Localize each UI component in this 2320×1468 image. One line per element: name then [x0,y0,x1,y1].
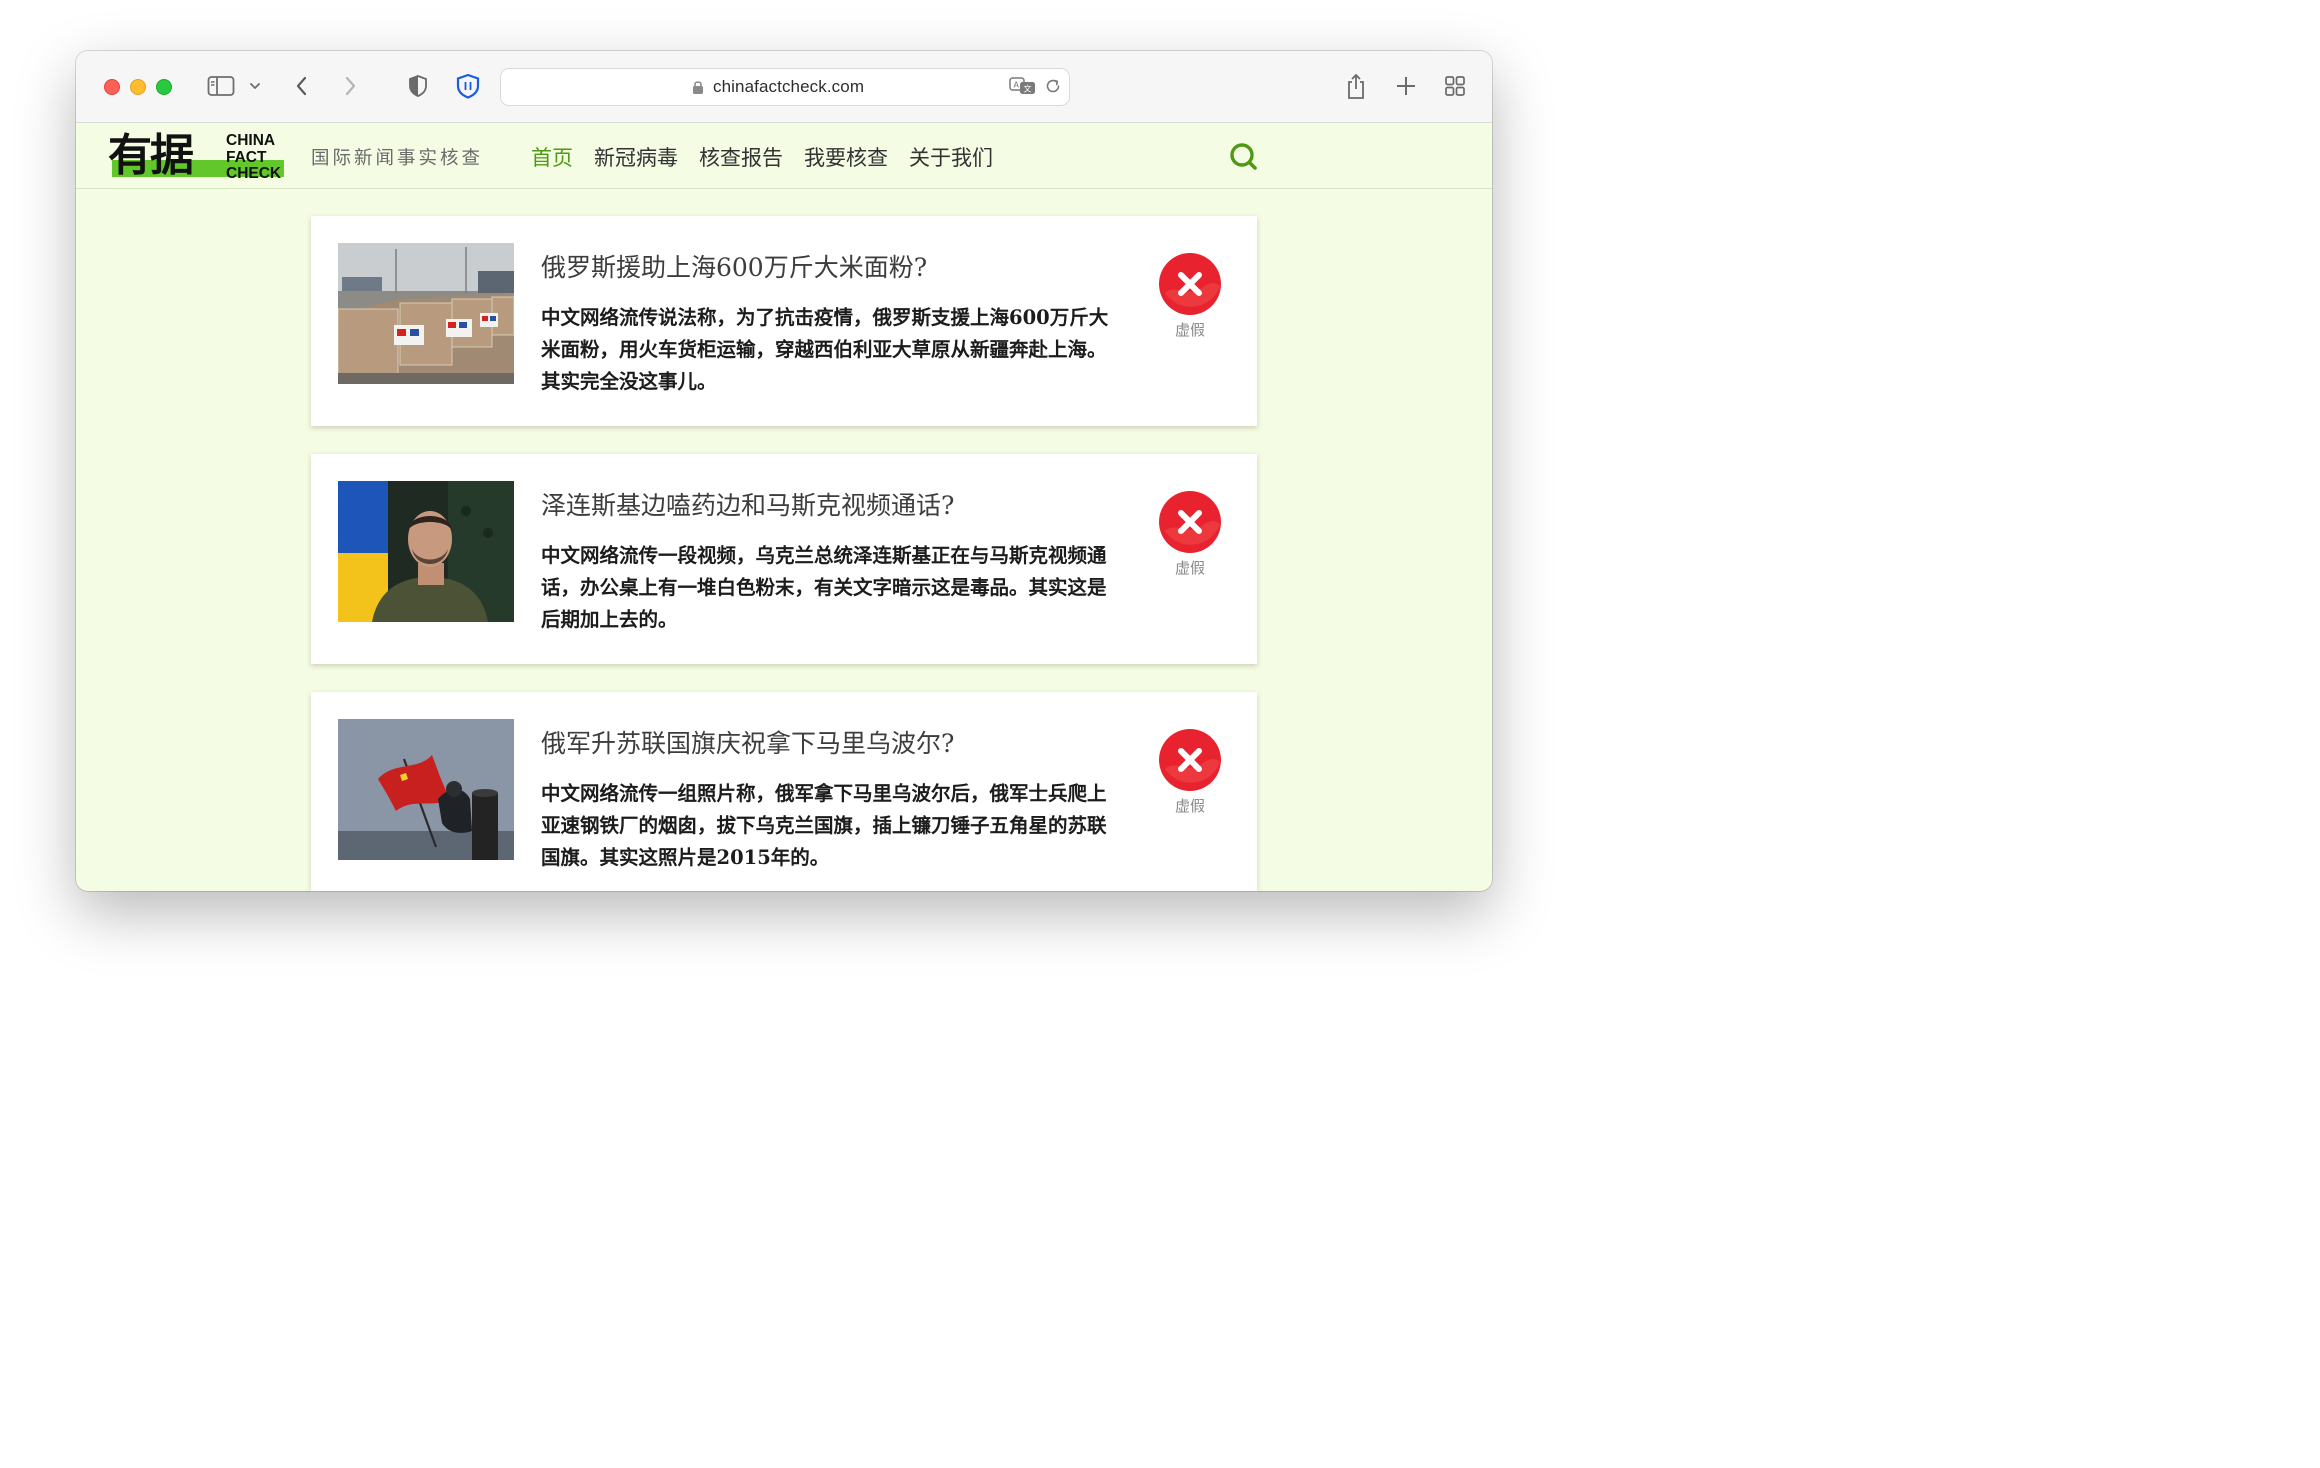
site-logo[interactable]: 有据 CHINA FACT CHECK [108,130,284,183]
article-summary: 中文网络流传一组照片称，俄军拿下马里乌波尔后，俄军士兵爬上亚速钢铁厂的烟囱，拔下… [541,782,1107,869]
article-summary: 中文网络流传一段视频，乌克兰总统泽连斯基正在与马斯克视频通话，办公桌上有一堆白色… [541,544,1107,631]
false-verdict-icon [1159,253,1221,315]
address-bar[interactable]: chinafactcheck.com A文 [500,68,1070,106]
article-thumbnail[interactable] [338,481,514,622]
chevron-down-icon[interactable] [248,73,262,99]
browser-window: chinafactcheck.com A文 有据 CHINA FACT CHEC… [76,51,1492,891]
false-verdict-icon [1159,729,1221,791]
verdict-badge: 虚假 [1158,729,1222,816]
article-title[interactable]: 俄罗斯援助上海600万斤大米面粉? [541,248,927,284]
lock-icon [692,79,704,99]
back-arrow-icon[interactable] [292,73,312,99]
bitwarden-extension-icon[interactable] [455,73,481,99]
site-header: 有据 CHINA FACT CHECK 国际新闻事实核查 首页 新冠病毒 核查报… [76,123,1492,189]
nav-about[interactable]: 关于我们 [909,142,993,172]
close-window-button[interactable] [104,79,120,95]
article-thumbnail[interactable] [338,719,514,860]
new-tab-plus-icon[interactable] [1394,73,1420,99]
tab-overview-icon[interactable] [1443,73,1469,99]
svg-text:A: A [1014,81,1020,90]
main-nav: 首页 新冠病毒 核查报告 我要核查 关于我们 [531,142,993,172]
verdict-label: 虚假 [1174,797,1205,815]
article-thumbnail[interactable] [338,243,514,384]
browser-toolbar: chinafactcheck.com A文 [76,51,1492,123]
verdict-badge: 虚假 [1158,491,1222,578]
privacy-shield-icon[interactable] [406,73,432,99]
false-verdict-icon [1159,491,1221,553]
nav-submit-check[interactable]: 我要核查 [804,142,888,172]
reload-icon[interactable] [1044,77,1062,99]
article-title[interactable]: 俄军升苏联国旗庆祝拿下马里乌波尔? [541,724,954,760]
article-card[interactable]: 泽连斯基边嗑药边和马斯克视频通话? 中文网络流传一段视频，乌克兰总统泽连斯基正在… [311,454,1257,664]
nav-covid[interactable]: 新冠病毒 [594,142,678,172]
zoom-window-button[interactable] [156,79,172,95]
search-icon[interactable] [1228,141,1260,177]
nav-home[interactable]: 首页 [531,142,573,172]
article-title[interactable]: 泽连斯基边嗑药边和马斯克视频通话? [541,486,954,522]
logo-english-line-2: FACT [226,148,267,166]
nav-reports[interactable]: 核查报告 [699,142,783,172]
article-summary: 中文网络流传说法称，为了抗击疫情，俄罗斯支援上海600万斤大米面粉，用火车货柜运… [541,306,1109,393]
minimize-window-button[interactable] [130,79,146,95]
logo-english-line-3: CHECK [226,165,282,182]
logo-english-line-1: CHINA [226,132,276,149]
verdict-badge: 虚假 [1158,253,1222,340]
article-card[interactable]: 俄罗斯援助上海600万斤大米面粉? 中文网络流传说法称，为了抗击疫情，俄罗斯支援… [311,216,1257,426]
forward-arrow-icon[interactable] [340,73,360,99]
article-card[interactable]: 俄军升苏联国旗庆祝拿下马里乌波尔? 中文网络流传一组照片称，俄军拿下马里乌波尔后… [311,692,1257,891]
address-url[interactable]: chinafactcheck.com [713,77,864,97]
logo-english: CHINA FACT CHECK [226,132,282,183]
share-icon[interactable] [1344,73,1370,99]
svg-text:文: 文 [1024,84,1032,94]
verdict-label: 虚假 [1174,559,1205,577]
translate-icon[interactable]: A文 [1009,76,1037,100]
site-tagline: 国际新闻事实核查 [311,148,484,169]
sidebar-toggle-icon[interactable] [207,73,235,99]
logo-chinese: 有据 [108,130,194,181]
verdict-label: 虚假 [1174,321,1205,339]
